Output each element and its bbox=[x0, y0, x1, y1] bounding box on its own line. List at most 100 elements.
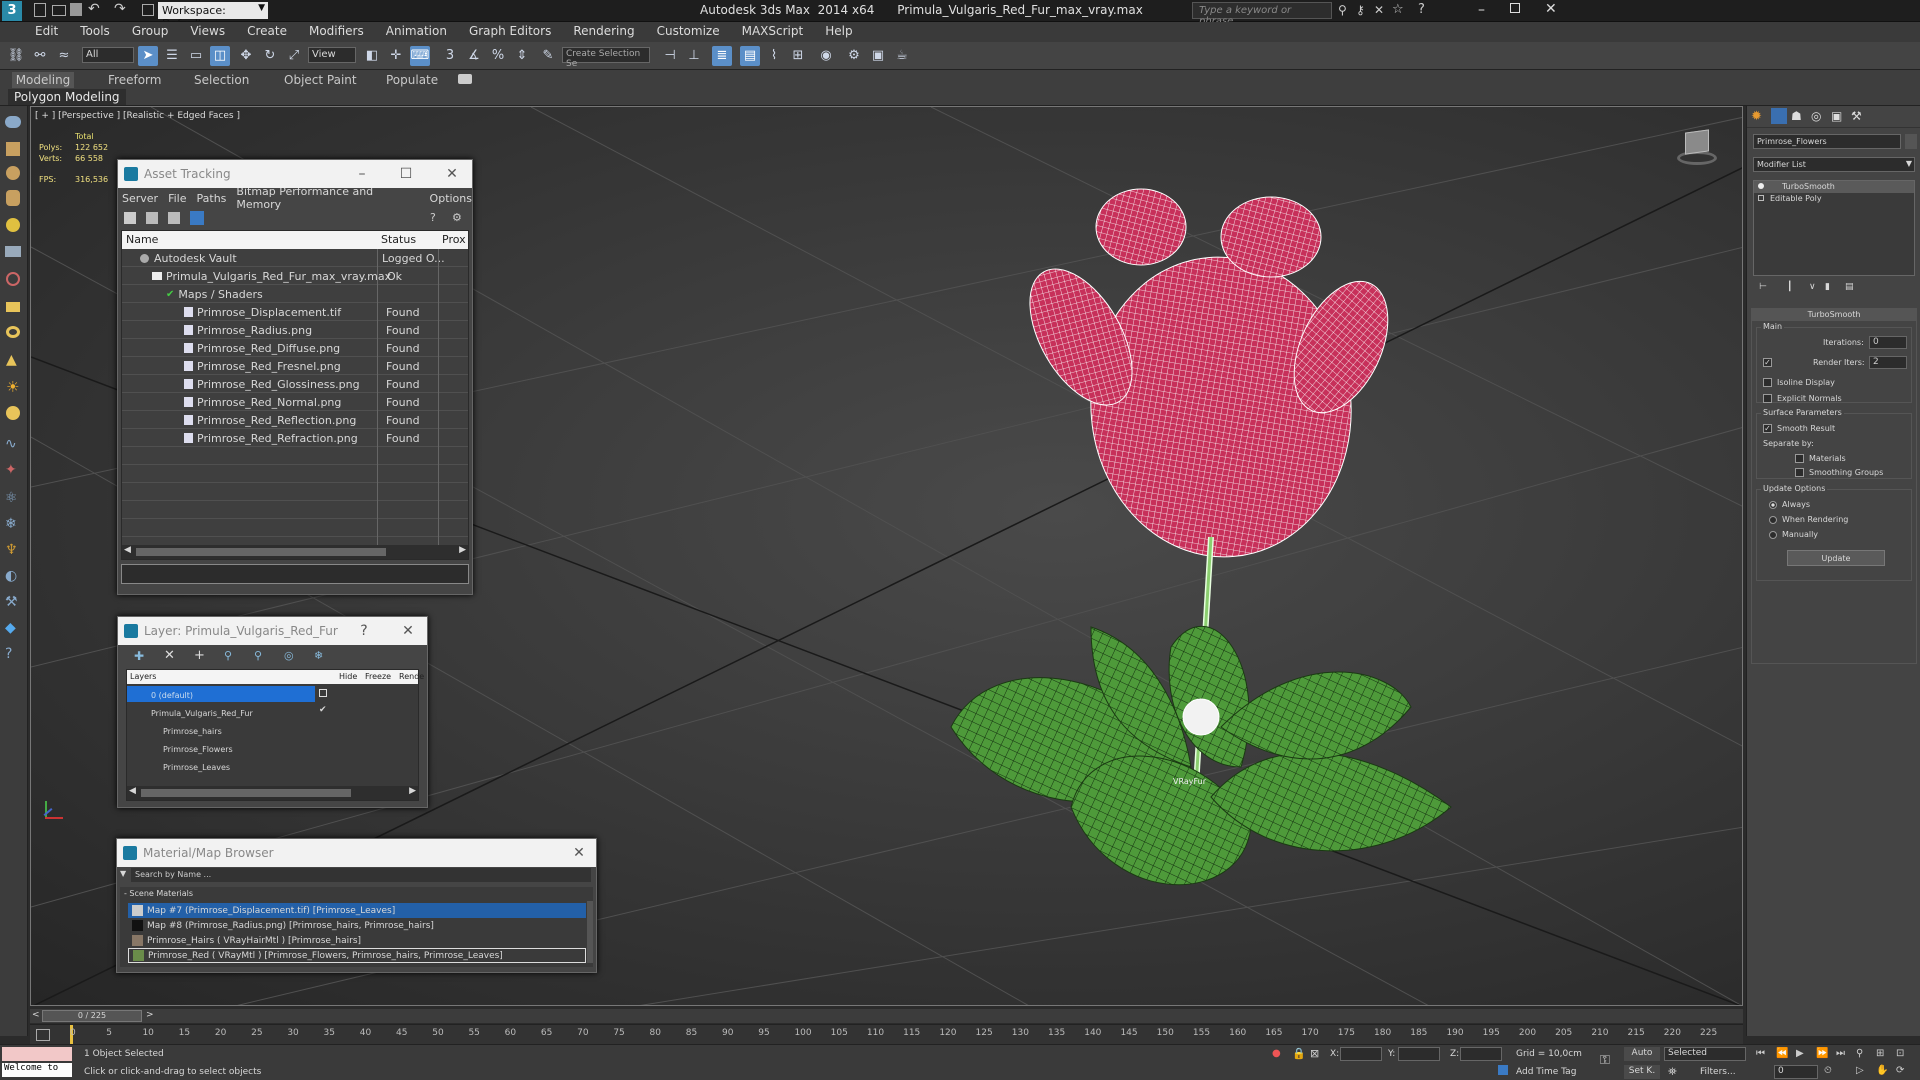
smooth-result-checkbox[interactable]: ✓ bbox=[1763, 424, 1772, 433]
manually-option[interactable]: Manually bbox=[1769, 530, 1818, 539]
help-icon[interactable]: ? bbox=[430, 211, 436, 224]
select-object-icon[interactable]: ➤ bbox=[138, 46, 158, 66]
percent-snap-icon[interactable]: % bbox=[488, 46, 508, 66]
menu-group[interactable]: Group bbox=[121, 22, 180, 42]
angle-snap-icon[interactable]: ∡ bbox=[464, 46, 484, 66]
mirror-icon[interactable]: ⊣ bbox=[660, 46, 680, 66]
time-slider-next-icon[interactable]: > bbox=[146, 1010, 154, 1020]
motion-tab-icon[interactable]: ◎ bbox=[1811, 109, 1821, 123]
scroll-left-icon[interactable]: ◀ bbox=[124, 545, 131, 555]
search-box[interactable]: Type a keyword or phrase bbox=[1192, 2, 1332, 27]
torus-icon[interactable] bbox=[6, 326, 20, 338]
table-view-icon[interactable] bbox=[190, 211, 204, 225]
make-unique-icon[interactable]: ∨ bbox=[1809, 282, 1816, 292]
layer-row[interactable]: Primrose_hairs bbox=[127, 722, 418, 740]
render-production-icon[interactable]: ☕ bbox=[892, 46, 912, 66]
layer-window-titlebar[interactable]: Layer: Primula_Vulgaris_Red_Fur ? ✕ bbox=[118, 617, 427, 645]
binoculars-icon[interactable]: ⚲ bbox=[1338, 3, 1347, 17]
bind-space-warp-icon[interactable]: ≈ bbox=[54, 46, 74, 66]
menu-views[interactable]: Views bbox=[179, 22, 236, 42]
pan-icon[interactable]: ✋ bbox=[1876, 1065, 1888, 1076]
settings-icon[interactable]: ⚙ bbox=[452, 211, 462, 224]
go-to-end-icon[interactable]: ⏭ bbox=[1836, 1048, 1845, 1059]
workspace-dropdown[interactable]: Workspace: Default ▼ bbox=[158, 2, 268, 30]
window-crossing-icon[interactable]: ◫ bbox=[210, 46, 230, 66]
close-icon[interactable]: ✕ bbox=[398, 621, 418, 641]
menu-edit[interactable]: Edit bbox=[24, 22, 69, 42]
scroll-right-icon[interactable]: ▶ bbox=[459, 545, 466, 555]
material-item[interactable]: Map #8 (Primrose_Radius.png) [Primrose_h… bbox=[128, 918, 586, 933]
menu-options[interactable]: Options bbox=[430, 192, 472, 205]
menu-server[interactable]: Server bbox=[122, 192, 158, 205]
key-filters-icon[interactable]: ⛯ bbox=[1668, 1065, 1677, 1079]
isoline-display-option[interactable]: Isoline Display bbox=[1763, 378, 1835, 387]
previous-frame-icon[interactable]: ⏪ bbox=[1776, 1048, 1788, 1059]
iterations-spinner[interactable]: 0 bbox=[1869, 336, 1907, 349]
selection-lock-icon[interactable]: 🔒 bbox=[1292, 1047, 1306, 1060]
undo-icon[interactable]: ↶ bbox=[88, 1, 100, 17]
new-layer-icon[interactable]: ✚ bbox=[134, 649, 144, 663]
time-slider[interactable]: < 0 / 225 > bbox=[30, 1009, 1743, 1023]
add-time-tag-icon[interactable] bbox=[1498, 1065, 1508, 1075]
play-icon[interactable]: ▶ bbox=[1796, 1048, 1804, 1059]
maxscript-welcome[interactable]: Welcome to bbox=[2, 1063, 72, 1077]
asset-row[interactable]: Primrose_Red_Glossiness.png Found bbox=[122, 375, 420, 393]
set-key-button[interactable]: Set K. bbox=[1624, 1065, 1660, 1079]
new-file-icon[interactable] bbox=[34, 3, 46, 17]
key-mode-icon[interactable]: ⚿ bbox=[1600, 1053, 1610, 1068]
track-bar-icon[interactable] bbox=[36, 1029, 50, 1041]
maximize-icon[interactable]: ☐ bbox=[396, 164, 416, 184]
current-layer-checkbox[interactable] bbox=[319, 689, 327, 697]
menu-rendering[interactable]: Rendering bbox=[562, 22, 645, 42]
particle-icon[interactable]: ❄ bbox=[5, 516, 17, 532]
rendered-frame-window-icon[interactable]: ▣ bbox=[868, 46, 888, 66]
x-coord-field[interactable] bbox=[1340, 1047, 1382, 1061]
col-name-header[interactable]: Name bbox=[126, 233, 158, 246]
scene-materials-header[interactable]: - Scene Materials bbox=[120, 887, 593, 900]
time-config-icon[interactable]: ⏲ bbox=[1824, 1065, 1832, 1076]
add-to-layer-icon[interactable]: + bbox=[194, 648, 205, 663]
unlink-icon[interactable]: ⚯ bbox=[30, 46, 50, 66]
ribbon-toggle-icon[interactable]: ▤ bbox=[740, 46, 760, 66]
help-icon[interactable]: ? bbox=[1418, 2, 1425, 17]
asset-row[interactable]: Primrose_Displacement.tif Found bbox=[122, 303, 420, 321]
render-iters-checkbox[interactable]: ✓ bbox=[1763, 358, 1772, 367]
asset-row[interactable]: Primrose_Radius.png Found bbox=[122, 321, 420, 339]
space-warp-icon[interactable]: ✦ bbox=[5, 462, 17, 478]
utilities-tab-icon[interactable]: ⚒ bbox=[1851, 109, 1862, 123]
select-and-scale-icon[interactable]: ⤢ bbox=[284, 46, 304, 66]
show-end-result-icon[interactable]: ┃ bbox=[1787, 282, 1792, 292]
freeze-all-icon[interactable]: ❄ bbox=[314, 649, 323, 662]
col-proxy-header[interactable]: Prox bbox=[442, 233, 466, 246]
asset-row[interactable]: Primrose_Red_Diffuse.png Found bbox=[122, 339, 420, 357]
y-coord-field[interactable] bbox=[1398, 1047, 1440, 1061]
delete-layer-icon[interactable]: ✕ bbox=[164, 648, 175, 663]
layer-row[interactable]: Primrose_Flowers bbox=[127, 740, 418, 758]
sun-icon[interactable]: ☀ bbox=[6, 378, 19, 396]
hair-icon[interactable]: ♆ bbox=[5, 542, 18, 558]
list-view-icon[interactable] bbox=[146, 212, 158, 224]
asset-row[interactable]: Primrose_Red_Reflection.png Found bbox=[122, 411, 420, 429]
pin-icon[interactable]: ● bbox=[1272, 1048, 1281, 1059]
help-icon[interactable]: ? bbox=[354, 621, 374, 641]
ribbon-options-icon[interactable] bbox=[458, 74, 472, 84]
communication-icon[interactable]: ✕ bbox=[1374, 3, 1384, 17]
select-and-rotate-icon[interactable]: ↻ bbox=[260, 46, 280, 66]
asset-row[interactable]: Primrose_Red_Fresnel.png Found bbox=[122, 357, 420, 375]
horizontal-scrollbar[interactable]: ◀ ▶ bbox=[122, 545, 468, 559]
configure-modifier-sets-icon[interactable]: ▤ bbox=[1845, 282, 1854, 292]
zoom-all-icon[interactable]: ⊞ bbox=[1876, 1048, 1884, 1059]
scroll-right-icon[interactable]: ▶ bbox=[409, 786, 416, 796]
always-radio[interactable] bbox=[1769, 500, 1777, 509]
key-filters-button[interactable]: Filters... bbox=[1700, 1067, 1736, 1077]
materials-checkbox[interactable] bbox=[1795, 454, 1804, 463]
select-by-name-icon[interactable]: ☰ bbox=[162, 46, 182, 66]
asset-tracking-titlebar[interactable]: Asset Tracking – ☐ ✕ bbox=[118, 160, 472, 188]
thumbnail-view-icon[interactable] bbox=[168, 212, 180, 224]
vertical-scrollbar[interactable] bbox=[587, 901, 593, 963]
track-bar[interactable]: 0 5 10 15 20 25 30 35 40 45 50 55 60 65 70 75 80 85 90 95 10… bbox=[30, 1024, 1743, 1045]
col-render-header[interactable]: Rende bbox=[399, 672, 424, 681]
menu-customize[interactable]: Customize bbox=[646, 22, 731, 42]
viewport-label[interactable]: [ + ] [Perspective ] [Realistic + Edged … bbox=[35, 111, 240, 121]
open-file-icon[interactable] bbox=[52, 5, 66, 16]
